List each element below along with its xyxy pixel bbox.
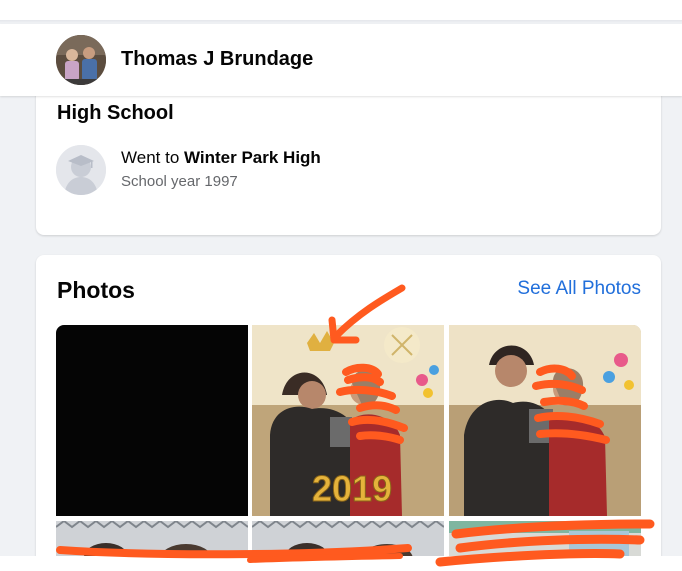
photos-card: Photos See All Photos 2019 xyxy=(36,255,661,571)
see-all-photos-link[interactable]: See All Photos xyxy=(517,278,641,300)
education-heading: High School xyxy=(57,102,174,124)
bottom-edge xyxy=(0,556,682,571)
profile-sticky-header: Thomas J Brundage xyxy=(0,24,682,96)
school-entry: Went to Winter Park High xyxy=(121,148,321,168)
profile-page: Thomas J Brundage High School Went to Wi… xyxy=(0,0,682,571)
school-prefix: Went to xyxy=(121,148,184,167)
photo-thumbnail-4[interactable] xyxy=(56,521,248,561)
divider xyxy=(0,20,682,23)
previous-content-strip xyxy=(0,0,682,20)
avatar-image xyxy=(56,35,106,85)
photo-thumbnail-5[interactable] xyxy=(252,521,444,561)
school-year: School year 1997 xyxy=(121,173,238,190)
photo-thumbnail-1[interactable] xyxy=(56,325,248,516)
school-name-link[interactable]: Winter Park High xyxy=(184,148,321,167)
photo-thumbnail-3[interactable] xyxy=(449,325,641,516)
photo-thumbnail-2[interactable]: 2019 xyxy=(252,325,444,516)
avatar[interactable] xyxy=(56,35,106,85)
photos-heading: Photos xyxy=(57,277,135,303)
year-overlay-text: 2019 xyxy=(312,468,392,509)
school-placeholder-icon[interactable] xyxy=(56,145,106,195)
photo-thumbnail-6[interactable] xyxy=(449,521,641,561)
profile-name[interactable]: Thomas J Brundage xyxy=(121,48,313,71)
